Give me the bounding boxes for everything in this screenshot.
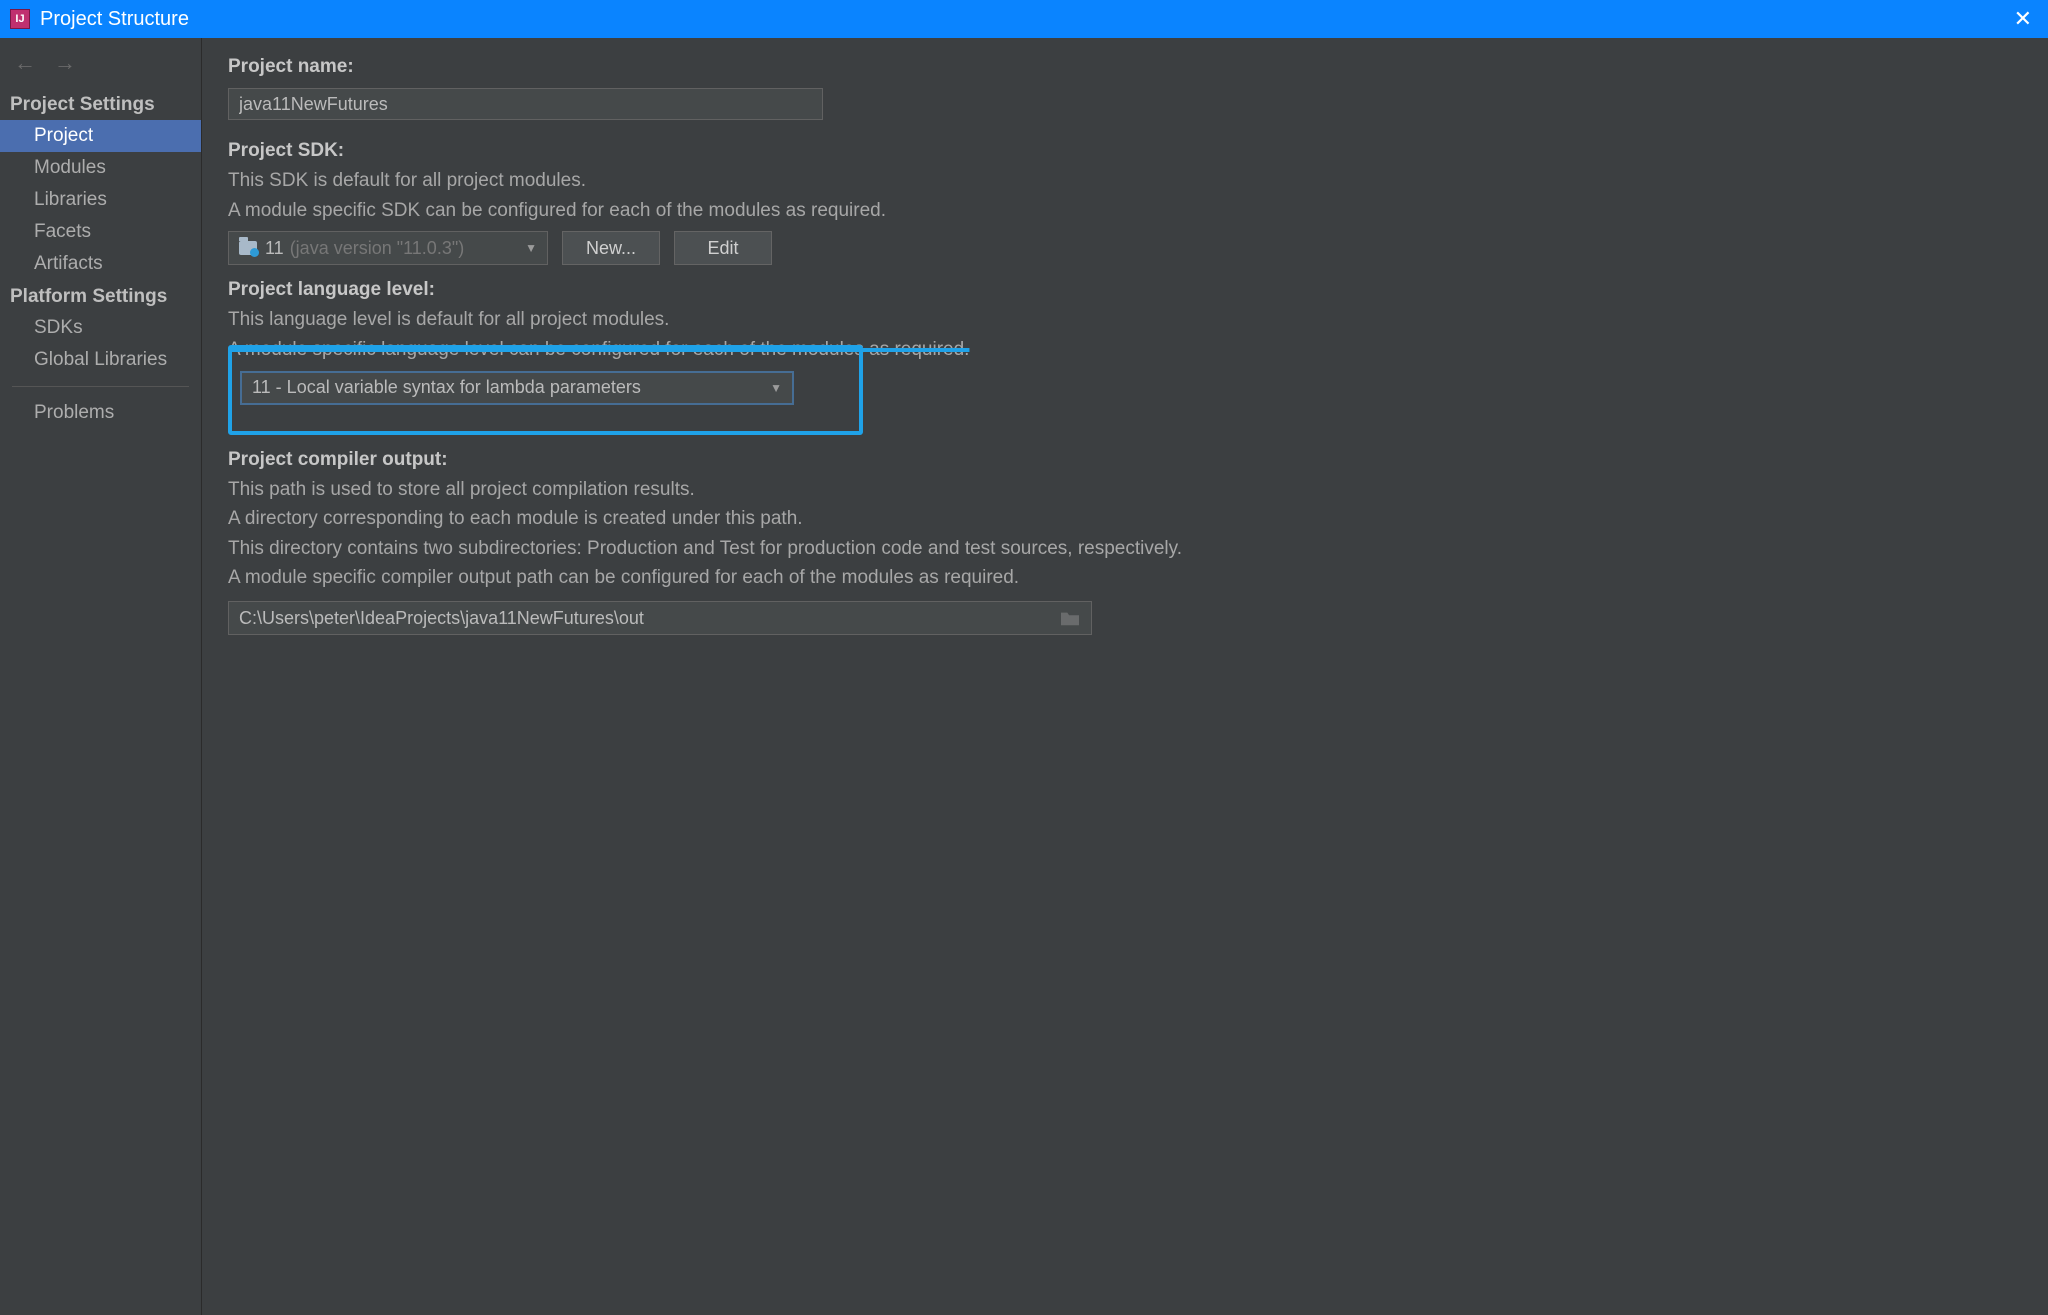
back-icon[interactable]: ← bbox=[14, 50, 36, 76]
sidebar-item-sdks[interactable]: SDKs bbox=[0, 312, 201, 344]
sidebar-item-project[interactable]: Project bbox=[0, 120, 201, 152]
compiler-output-row bbox=[228, 601, 1092, 635]
dialog-title: Project Structure bbox=[40, 8, 2008, 31]
compiler-output-desc1: This path is used to store all project c… bbox=[228, 477, 2022, 503]
language-level-select[interactable]: 11 - Local variable syntax for lambda pa… bbox=[240, 371, 794, 405]
compiler-output-label: Project compiler output: bbox=[228, 449, 2022, 471]
project-name-label: Project name: bbox=[228, 56, 2022, 78]
sdk-version: (java version "11.0.3") bbox=[290, 238, 465, 259]
language-level-highlight: 11 - Local variable syntax for lambda pa… bbox=[228, 345, 863, 435]
sidebar-item-global-libraries[interactable]: Global Libraries bbox=[0, 344, 201, 376]
project-sdk-desc2: A module specific SDK can be configured … bbox=[228, 198, 2022, 224]
sidebar-separator bbox=[12, 386, 189, 387]
section-project-settings: Project Settings bbox=[0, 88, 201, 120]
chevron-down-icon: ▼ bbox=[770, 381, 782, 395]
project-name-input[interactable] bbox=[228, 88, 823, 120]
jdk-folder-icon bbox=[239, 241, 257, 255]
forward-icon[interactable]: → bbox=[54, 50, 76, 76]
project-sdk-label: Project SDK: bbox=[228, 140, 2022, 162]
sdk-new-button[interactable]: New... bbox=[562, 231, 660, 265]
sdk-edit-button[interactable]: Edit bbox=[674, 231, 772, 265]
project-sdk-select[interactable]: 11 (java version "11.0.3") ▼ bbox=[228, 231, 548, 265]
sidebar-item-libraries[interactable]: Libraries bbox=[0, 184, 201, 216]
browse-folder-icon[interactable] bbox=[1059, 609, 1081, 627]
project-sdk-desc1: This SDK is default for all project modu… bbox=[228, 168, 2022, 194]
sdk-selected-name: 11 bbox=[265, 238, 284, 259]
section-platform-settings: Platform Settings bbox=[0, 280, 201, 312]
sidebar-item-modules[interactable]: Modules bbox=[0, 152, 201, 184]
language-level-label: Project language level: bbox=[228, 279, 2022, 301]
close-icon[interactable]: ✕ bbox=[2008, 6, 2038, 32]
nav-history: ← → bbox=[0, 46, 201, 88]
sidebar-item-facets[interactable]: Facets bbox=[0, 216, 201, 248]
dialog-body: ← → Project Settings Project Modules Lib… bbox=[0, 38, 2048, 1315]
language-level-desc1: This language level is default for all p… bbox=[228, 307, 2022, 333]
app-icon: IJ bbox=[10, 9, 30, 29]
compiler-output-desc4: A module specific compiler output path c… bbox=[228, 565, 2022, 591]
content-pane: Project name: Project SDK: This SDK is d… bbox=[202, 38, 2048, 1315]
language-level-selected: 11 - Local variable syntax for lambda pa… bbox=[252, 377, 641, 398]
compiler-output-desc3: This directory contains two subdirectori… bbox=[228, 536, 2022, 562]
compiler-output-input[interactable] bbox=[239, 608, 1059, 629]
sidebar-item-problems[interactable]: Problems bbox=[0, 397, 201, 429]
titlebar: IJ Project Structure ✕ bbox=[0, 0, 2048, 38]
sidebar: ← → Project Settings Project Modules Lib… bbox=[0, 38, 202, 1315]
compiler-output-desc2: A directory corresponding to each module… bbox=[228, 506, 2022, 532]
dialog-window: IJ Project Structure ✕ ← → Project Setti… bbox=[0, 0, 2048, 1315]
chevron-down-icon: ▼ bbox=[525, 241, 537, 255]
sidebar-item-artifacts[interactable]: Artifacts bbox=[0, 248, 201, 280]
